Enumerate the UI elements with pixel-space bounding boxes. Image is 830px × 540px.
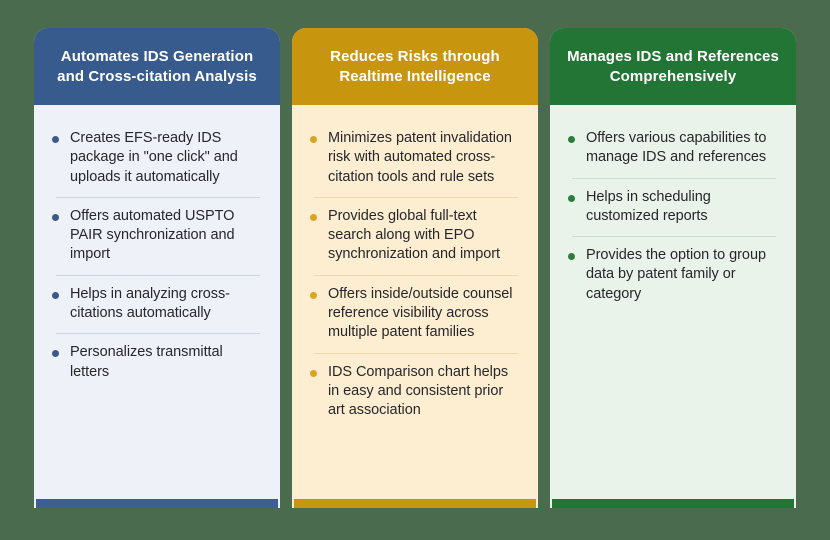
card-footer-bar-reduces-risks <box>294 499 536 508</box>
bullet-dot-icon <box>52 213 59 221</box>
bullet-list: Offers various capabilities to manage ID… <box>566 119 780 314</box>
bullet-list: Creates EFS-ready IDS package in "one cl… <box>50 119 264 392</box>
card-title: Reduces Risks through Realtime Intellige… <box>330 47 500 85</box>
bullet-text: IDS Comparison chart helps in easy and c… <box>328 363 509 419</box>
feature-card-reduces-risks: Reduces Risks through Realtime Intellige… <box>292 28 538 508</box>
feature-card-automates-ids-generation: Automates IDS Generation and Cross-citat… <box>34 28 280 508</box>
bullet-item: Personalizes transmittal letters <box>50 333 264 392</box>
card-body-manages-ids-references: Offers various capabilities to manage ID… <box>550 105 796 499</box>
bullet-dot-icon <box>310 291 317 299</box>
card-body-automates-ids-generation: Creates EFS-ready IDS package in "one cl… <box>34 105 280 499</box>
bullet-dot-icon <box>52 291 59 299</box>
bullet-dot-icon <box>568 136 575 143</box>
bullet-item: Offers automated USPTO PAIR synchronizat… <box>50 196 264 275</box>
bullet-text: Personalizes transmittal letters <box>70 344 223 380</box>
bullet-text: Offers automated USPTO PAIR synchronizat… <box>70 207 235 263</box>
card-footer-bar-manages-ids-references <box>552 499 794 508</box>
bullet-text: Minimizes patent invalidation risk with … <box>328 130 512 185</box>
bullet-dot-icon <box>568 194 575 202</box>
bullet-item: Creates EFS-ready IDS package in "one cl… <box>50 119 264 197</box>
feature-cards-board: Automates IDS Generation and Cross-citat… <box>0 0 830 540</box>
bullet-dot-icon <box>310 369 317 377</box>
bullet-list: Minimizes patent invalidation risk with … <box>308 119 522 430</box>
bullet-text: Provides global full-text search along w… <box>328 207 500 263</box>
bullet-dot-icon <box>52 350 59 358</box>
bullet-item: Helps in scheduling customized reports <box>566 177 780 237</box>
card-header-reduces-risks: Reduces Risks through Realtime Intellige… <box>292 28 538 105</box>
card-footer-bar-automates-ids-generation <box>36 499 278 508</box>
bullet-item: Offers various capabilities to manage ID… <box>566 119 780 178</box>
bullet-dot-icon <box>568 253 575 261</box>
card-header-manages-ids-references: Manages IDS and References Comprehensive… <box>550 28 796 105</box>
bullet-item: IDS Comparison chart helps in easy and c… <box>308 352 522 431</box>
bullet-dot-icon <box>310 136 317 143</box>
card-body-reduces-risks: Minimizes patent invalidation risk with … <box>292 105 538 499</box>
bullet-text: Offers inside/outside counsel reference … <box>328 285 513 341</box>
bullet-text: Creates EFS-ready IDS package in "one cl… <box>70 130 238 185</box>
feature-card-manages-ids-references: Manages IDS and References Comprehensive… <box>550 28 796 508</box>
card-header-automates-ids-generation: Automates IDS Generation and Cross-citat… <box>34 28 280 105</box>
bullet-text: Helps in analyzing cross-citations autom… <box>70 285 230 321</box>
bullet-dot-icon <box>310 213 317 221</box>
bullet-item: Minimizes patent invalidation risk with … <box>308 119 522 197</box>
bullet-text: Offers various capabilities to manage ID… <box>586 130 767 166</box>
bullet-item: Helps in analyzing cross-citations autom… <box>50 274 264 334</box>
bullet-text: Provides the option to group data by pat… <box>586 247 766 302</box>
card-title: Automates IDS Generation and Cross-citat… <box>57 47 257 85</box>
bullet-text: Helps in scheduling customized reports <box>586 188 711 224</box>
bullet-item: Offers inside/outside counsel reference … <box>308 274 522 353</box>
card-title: Manages IDS and References Comprehensive… <box>567 47 779 85</box>
bullet-item: Provides global full-text search along w… <box>308 196 522 275</box>
bullet-dot-icon <box>52 136 59 143</box>
bullet-item: Provides the option to group data by pat… <box>566 236 780 314</box>
